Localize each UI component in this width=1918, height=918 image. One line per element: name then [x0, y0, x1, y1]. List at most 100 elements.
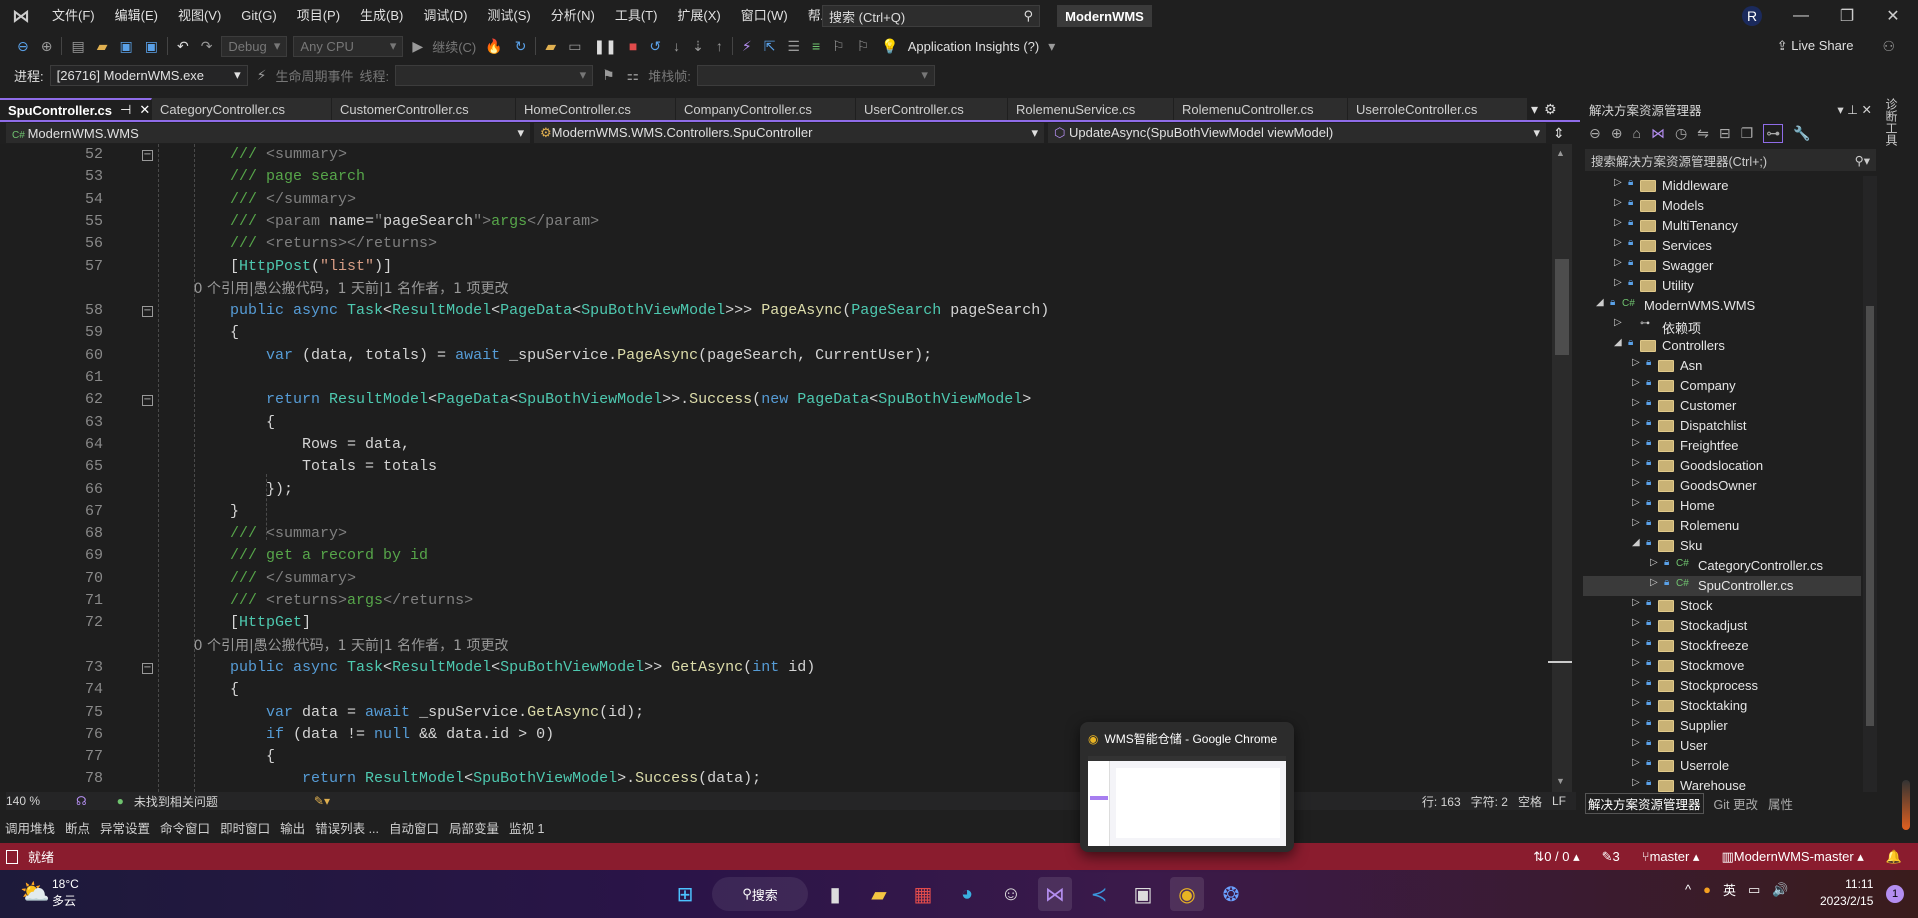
maximize-button[interactable]: ❐ [1824, 0, 1870, 32]
vscode-icon[interactable]: ≺ [1082, 877, 1116, 911]
chevron-down-icon[interactable]: ▾ [1837, 103, 1847, 117]
forward-icon[interactable]: ⊕ [1611, 125, 1623, 142]
collapse-all-icon[interactable]: ⊟ [1719, 125, 1731, 142]
tab-git-changes[interactable]: Git 更改 [1714, 794, 1758, 813]
scrollbar-thumb[interactable] [1555, 259, 1569, 355]
diagnostic-tools-tab[interactable]: 诊断工具 [1884, 98, 1900, 146]
start-icon[interactable]: ⊞ [668, 877, 702, 911]
tree-item[interactable]: ▷ 🔒︎ Customer [1583, 396, 1861, 416]
show-all-files-icon[interactable]: ❐ [1741, 125, 1754, 142]
cursor-char[interactable]: 字符: 2 [1471, 793, 1508, 810]
menu-analyze[interactable]: 分析(N) [541, 0, 605, 32]
collapsed-arrow-icon[interactable]: ▷ [1614, 237, 1622, 248]
tree-item[interactable]: ▷ 🔒︎ Dispatchlist [1583, 416, 1861, 436]
volume-icon[interactable]: 🔊 [1772, 882, 1788, 898]
tab-rolemenuservice[interactable]: RolemenuService.cs [1008, 98, 1174, 120]
find-in-files-icon[interactable]: ▰ [542, 38, 559, 55]
restart-icon[interactable]: ↺ [646, 38, 664, 55]
code-cleanup-icon[interactable]: ✎▾ [314, 794, 330, 808]
comment-icon[interactable]: ☰ [784, 38, 803, 55]
scrollbar-thumb[interactable] [1866, 306, 1874, 726]
task-view-icon[interactable]: ▮ [818, 877, 852, 911]
properties-icon[interactable]: 🔧 [1793, 125, 1810, 142]
menu-project[interactable]: 项目(P) [287, 0, 350, 32]
tool-tab[interactable]: 命令窗口 [155, 818, 215, 837]
close-button[interactable]: ✕ [1870, 0, 1916, 32]
indent-mode[interactable]: 空格 [1518, 793, 1542, 810]
threads-icon[interactable]: ⚏ [624, 67, 643, 84]
menu-edit[interactable]: 编辑(E) [105, 0, 168, 32]
tree-item[interactable]: ▷ 🔒︎ Models [1583, 196, 1861, 216]
tree-item[interactable]: ▷ 🔒︎ Home [1583, 496, 1861, 516]
collapsed-arrow-icon[interactable]: ▷ [1614, 317, 1622, 328]
menu-view[interactable]: 视图(V) [168, 0, 231, 32]
menu-build[interactable]: 生成(B) [350, 0, 413, 32]
show-hidden-icons-icon[interactable]: ^ [1685, 882, 1691, 897]
scroll-up-icon[interactable]: ▲ [1556, 148, 1565, 158]
pause-icon[interactable]: ❚❚ [590, 38, 619, 55]
split-editor-icon[interactable]: ⇕ [1550, 125, 1568, 142]
preview-thumbnail[interactable] [1088, 756, 1286, 846]
tool-tab[interactable]: 调用堆栈 [0, 818, 60, 837]
menu-window[interactable]: 窗口(W) [731, 0, 798, 32]
menu-file[interactable]: 文件(F) [42, 0, 105, 32]
tree-item[interactable]: ▷ 🔒︎ Swagger [1583, 256, 1861, 276]
solution-search-input[interactable]: 搜索解决方案资源管理器(Ctrl+;) ⚲▾ [1585, 149, 1876, 171]
tree-item[interactable]: ▷ 🔒︎ Stockmove [1583, 656, 1861, 676]
member-dropdown[interactable]: ⬡ UpdateAsync(SpuBothViewModel viewModel… [1048, 123, 1546, 143]
application-insights-button[interactable]: Application Insights (?) [908, 39, 1040, 54]
cursor-line[interactable]: 行: 163 [1422, 793, 1461, 810]
tab-properties[interactable]: 属性 [1768, 794, 1793, 813]
tree-item[interactable]: ▷ 🔒︎ Stockprocess [1583, 676, 1861, 696]
collapsed-arrow-icon[interactable]: ▷ [1632, 477, 1640, 488]
collapsed-arrow-icon[interactable]: ▷ [1632, 737, 1640, 748]
menu-git[interactable]: Git(G) [231, 0, 286, 32]
menu-debug[interactable]: 调试(D) [413, 0, 477, 32]
menu-test[interactable]: 测试(S) [477, 0, 540, 32]
tree-scrollbar[interactable] [1863, 176, 1877, 792]
collapsed-arrow-icon[interactable]: ▷ [1650, 577, 1658, 588]
avatar[interactable]: R [1742, 6, 1762, 26]
tree-item[interactable]: ◢ 🔒︎ C# ModernWMS.WMS [1583, 296, 1861, 316]
tree-item[interactable]: ◢ 🔒︎ Sku [1583, 536, 1861, 556]
tree-item[interactable]: ▷ 🔒︎ MultiTenancy [1583, 216, 1861, 236]
continue-icon[interactable]: ▶ [409, 38, 426, 55]
tree-item[interactable]: ▷ 🔒︎ Asn [1583, 356, 1861, 376]
tree-item[interactable]: ▷ 🔒︎ Stocktaking [1583, 696, 1861, 716]
tree-item[interactable]: ▷ 🔒︎ Goodslocation [1583, 456, 1861, 476]
scroll-down-icon[interactable]: ▼ [1556, 776, 1565, 786]
collapse-icon[interactable]: − [142, 150, 153, 161]
line-ending[interactable]: LF [1552, 794, 1566, 808]
notification-bell-icon[interactable]: 🔔 [1886, 849, 1902, 865]
thread-dropdown[interactable]: ▾ [395, 64, 594, 86]
edge-icon[interactable]: ◕ [950, 877, 984, 911]
tree-item[interactable]: ▷ 🔒︎ Stockadjust [1583, 616, 1861, 636]
gear-icon[interactable]: ⚙ [1541, 101, 1560, 118]
collapsed-arrow-icon[interactable]: ▷ [1632, 617, 1640, 628]
collapsed-arrow-icon[interactable]: ▷ [1632, 517, 1640, 528]
tree-item[interactable]: ▷ 🔒︎ GoodsOwner [1583, 476, 1861, 496]
collapsed-arrow-icon[interactable]: ▷ [1632, 437, 1640, 448]
tree-item[interactable]: ▷ 🔒︎ Supplier [1583, 716, 1861, 736]
collapse-icon[interactable]: − [142, 306, 153, 318]
back-icon[interactable]: ⊖ [1589, 125, 1601, 142]
close-icon[interactable]: ✕ [1862, 103, 1872, 117]
collapsed-arrow-icon[interactable]: ▷ [1614, 277, 1622, 288]
microsoft-store-icon[interactable]: ▦ [906, 877, 940, 911]
app-icon[interactable]: ❂ [1214, 877, 1248, 911]
step-into-icon[interactable]: ↓ [670, 38, 683, 54]
platform-dropdown[interactable]: Any CPU ▾ [293, 35, 404, 57]
codelens-line[interactable]: 0 个引用|愚公搬代码，1 天前|1 名作者，1 项更改 [0, 635, 1552, 657]
tree-item[interactable]: ▷ 🔒︎ User [1583, 736, 1861, 756]
refresh-icon[interactable]: ↻ [512, 38, 530, 55]
expanded-arrow-icon[interactable]: ◢ [1596, 297, 1604, 308]
chrome-icon[interactable]: ◉ [1170, 877, 1204, 911]
tree-item[interactable]: ▷ 🔒︎ C# CategoryController.cs [1583, 556, 1861, 576]
input-method[interactable]: 英 [1723, 880, 1736, 899]
tab-list-icon[interactable]: ▾ [1528, 101, 1541, 118]
collapsed-arrow-icon[interactable]: ▷ [1632, 377, 1640, 388]
collapsed-arrow-icon[interactable]: ▷ [1614, 217, 1622, 228]
codelens-line[interactable]: 0 个引用|愚公搬代码，1 天前|1 名作者，1 项更改 [0, 278, 1552, 300]
redo-icon[interactable]: ↷ [198, 38, 216, 55]
tree-item[interactable]: ▷ 🔒︎ Utility [1583, 276, 1861, 296]
